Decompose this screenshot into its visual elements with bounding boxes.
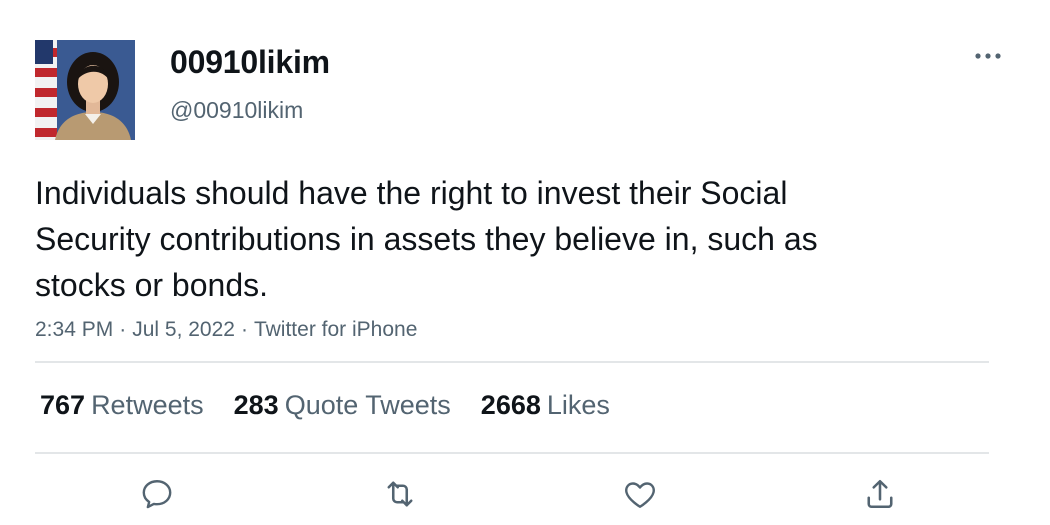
- share-button[interactable]: [860, 474, 900, 514]
- likes-stat[interactable]: 2668 Likes: [481, 388, 610, 422]
- user-handle[interactable]: @00910likim: [170, 95, 303, 125]
- likes-count: 2668: [480, 390, 541, 420]
- more-options-button[interactable]: [972, 44, 1004, 68]
- reply-icon: [142, 480, 172, 509]
- meta-separator: ·: [240, 318, 248, 341]
- tweet-date[interactable]: Jul 5, 2022: [132, 318, 235, 341]
- tweet-meta: 2:34 PM · Jul 5, 2022 · Twitter for iPhone: [35, 315, 417, 345]
- tweet-stats: 767 Retweets 283 Quote Tweets 2668 Likes: [40, 388, 610, 422]
- likes-label: Likes: [546, 390, 610, 420]
- retweets-count: 767: [40, 390, 86, 420]
- like-button[interactable]: [620, 474, 660, 514]
- quote-tweets-count: 283: [233, 390, 279, 420]
- tweet-time[interactable]: 2:34 PM: [35, 318, 113, 341]
- retweets-stat[interactable]: 767 Retweets: [40, 388, 204, 422]
- retweet-icon: [387, 481, 413, 507]
- tweet-text: Individuals should have the right to inv…: [35, 175, 818, 303]
- display-name[interactable]: 00910likim: [170, 42, 330, 82]
- avatar[interactable]: [35, 40, 135, 140]
- heart-icon: [625, 482, 655, 508]
- divider: [35, 452, 989, 454]
- quote-tweets-stat[interactable]: 283 Quote Tweets: [234, 388, 451, 422]
- more-icon: [975, 53, 1001, 59]
- divider: [35, 361, 989, 363]
- share-icon: [867, 479, 893, 509]
- meta-separator: ·: [119, 318, 127, 341]
- tweet-source[interactable]: Twitter for iPhone: [254, 318, 417, 341]
- retweet-button[interactable]: [380, 474, 420, 514]
- retweets-label: Retweets: [91, 390, 204, 420]
- reply-button[interactable]: [137, 474, 177, 514]
- quote-tweets-label: Quote Tweets: [284, 390, 451, 420]
- profile-photo: [35, 40, 135, 140]
